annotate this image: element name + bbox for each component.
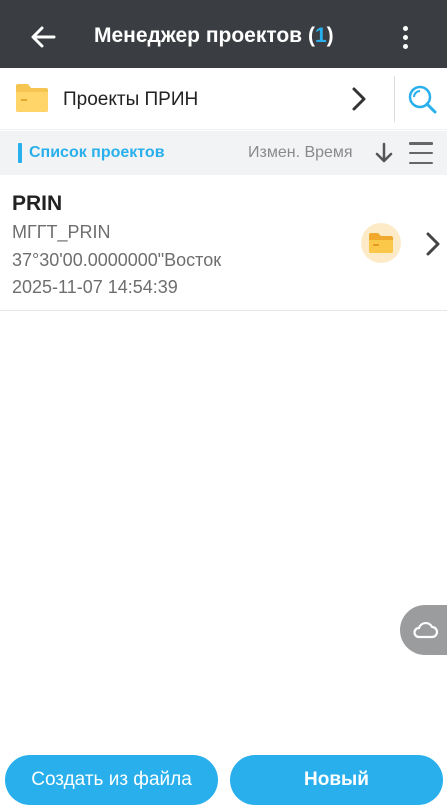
create-from-file-button[interactable]: Создать из файла	[5, 755, 218, 805]
sort-down-icon[interactable]	[373, 141, 395, 165]
chevron-right-icon[interactable]	[346, 85, 372, 113]
divider	[394, 76, 395, 122]
search-icon[interactable]	[405, 82, 439, 116]
project-list-item[interactable]: PRIN МГГТ_PRIN 37°30'00.0000000"Восток 2…	[0, 175, 447, 311]
page-title-text: Менеджер проектов	[94, 24, 303, 47]
page-title: Менеджер проектов (1)	[94, 24, 334, 48]
project-longitude: 37°30'00.0000000"Восток	[12, 250, 222, 270]
project-count: (1)	[307, 24, 334, 47]
path-label[interactable]: Проекты ПРИН	[63, 89, 198, 111]
app-header: Менеджер проектов (1)	[0, 0, 447, 68]
back-arrow-icon[interactable]	[26, 20, 60, 54]
accent-bar	[18, 143, 22, 163]
cloud-icon[interactable]	[400, 605, 447, 655]
chevron-right-icon[interactable]	[424, 230, 442, 258]
new-project-button[interactable]: Новый	[230, 755, 443, 805]
folder-icon	[14, 82, 50, 114]
project-modified-time: 2025-11-07 14:54:39	[12, 277, 178, 297]
project-coordinate-system: МГГТ_PRIN	[12, 222, 111, 242]
project-count-value: 1	[314, 24, 327, 47]
project-folder-icon[interactable]	[360, 222, 402, 264]
more-vert-icon[interactable]	[392, 22, 418, 52]
list-title: Список проектов	[29, 144, 165, 161]
list-menu-icon[interactable]	[409, 142, 433, 164]
list-header: Список проектов Измен. Время	[0, 131, 447, 175]
path-bar: Проекты ПРИН	[0, 68, 447, 130]
sort-label[interactable]: Измен. Время	[248, 144, 353, 162]
project-name: PRIN	[12, 192, 63, 215]
